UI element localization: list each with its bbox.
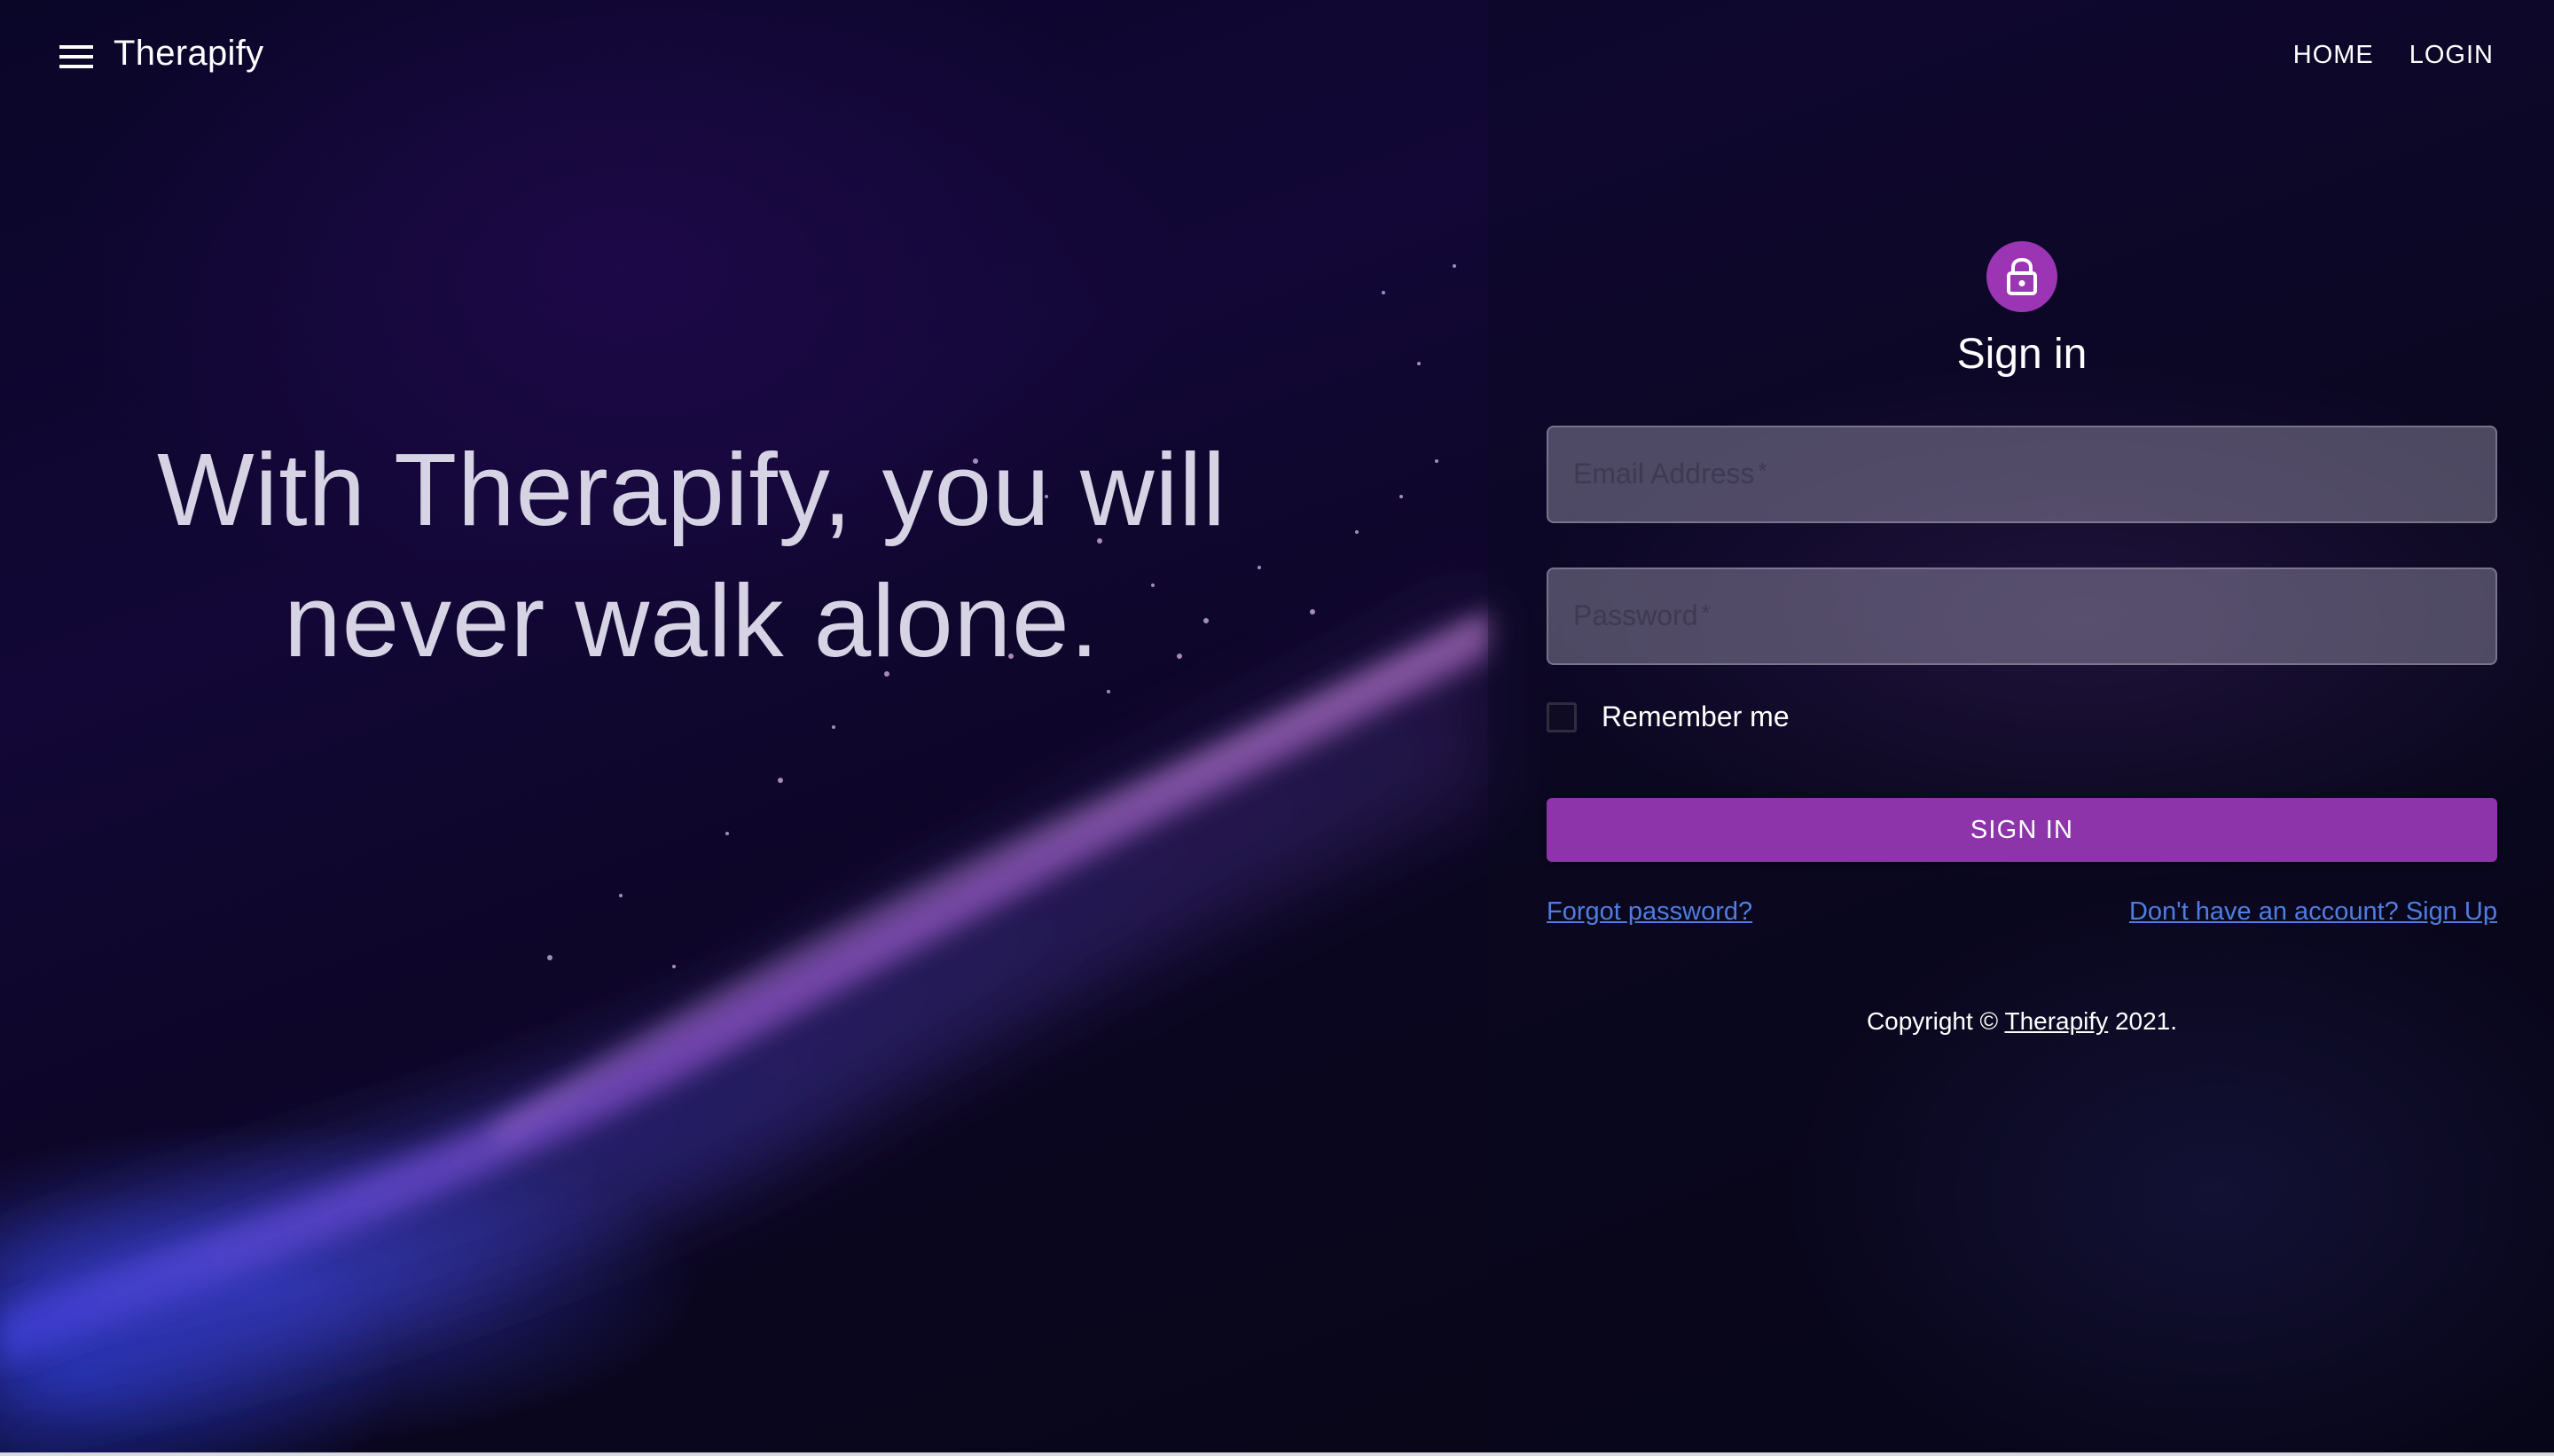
nav-home-link[interactable]: HOME xyxy=(2293,41,2374,70)
hero-line-1: With Therapify, you will xyxy=(157,432,1226,547)
sign-in-button[interactable]: SIGN IN xyxy=(1547,798,2497,862)
nav-login-link[interactable]: LOGIN xyxy=(2409,41,2494,70)
sign-up-link[interactable]: Don't have an account? Sign Up xyxy=(2129,897,2497,927)
top-nav: HOME LOGIN xyxy=(2293,41,2494,70)
bottom-divider xyxy=(0,1452,2554,1456)
required-mark: * xyxy=(1758,458,1767,484)
email-field[interactable]: Email Address * xyxy=(1547,426,2497,523)
hero-line-2: never walk alone. xyxy=(284,563,1100,678)
forgot-password-link[interactable]: Forgot password? xyxy=(1547,897,1752,927)
remember-me-checkbox[interactable] xyxy=(1547,701,1577,732)
required-mark: * xyxy=(1701,599,1711,626)
footer-brand-link[interactable]: Therapify xyxy=(2004,1007,2108,1035)
background-image xyxy=(0,0,2554,1456)
copyright-year: 2021. xyxy=(2114,1007,2178,1035)
copyright-footer: Copyright © Therapify 2021. xyxy=(1547,1007,2497,1036)
remember-me-label: Remember me xyxy=(1602,701,1790,732)
password-field[interactable]: Password * xyxy=(1547,568,2497,665)
hero-tagline: With Therapify, you will never walk alon… xyxy=(71,424,1312,686)
lock-icon xyxy=(1986,241,2057,312)
signin-title: Sign in xyxy=(1956,331,2088,378)
menu-icon[interactable] xyxy=(55,39,98,74)
password-placeholder: Password * xyxy=(1573,599,1711,631)
app-bar: Therapify HOME LOGIN xyxy=(0,0,2554,114)
remember-me-control[interactable]: Remember me xyxy=(1547,701,1790,733)
email-placeholder: Email Address * xyxy=(1573,458,1767,489)
copyright-prefix: Copyright © xyxy=(1866,1007,1999,1035)
brand-title: Therapify xyxy=(114,34,264,73)
